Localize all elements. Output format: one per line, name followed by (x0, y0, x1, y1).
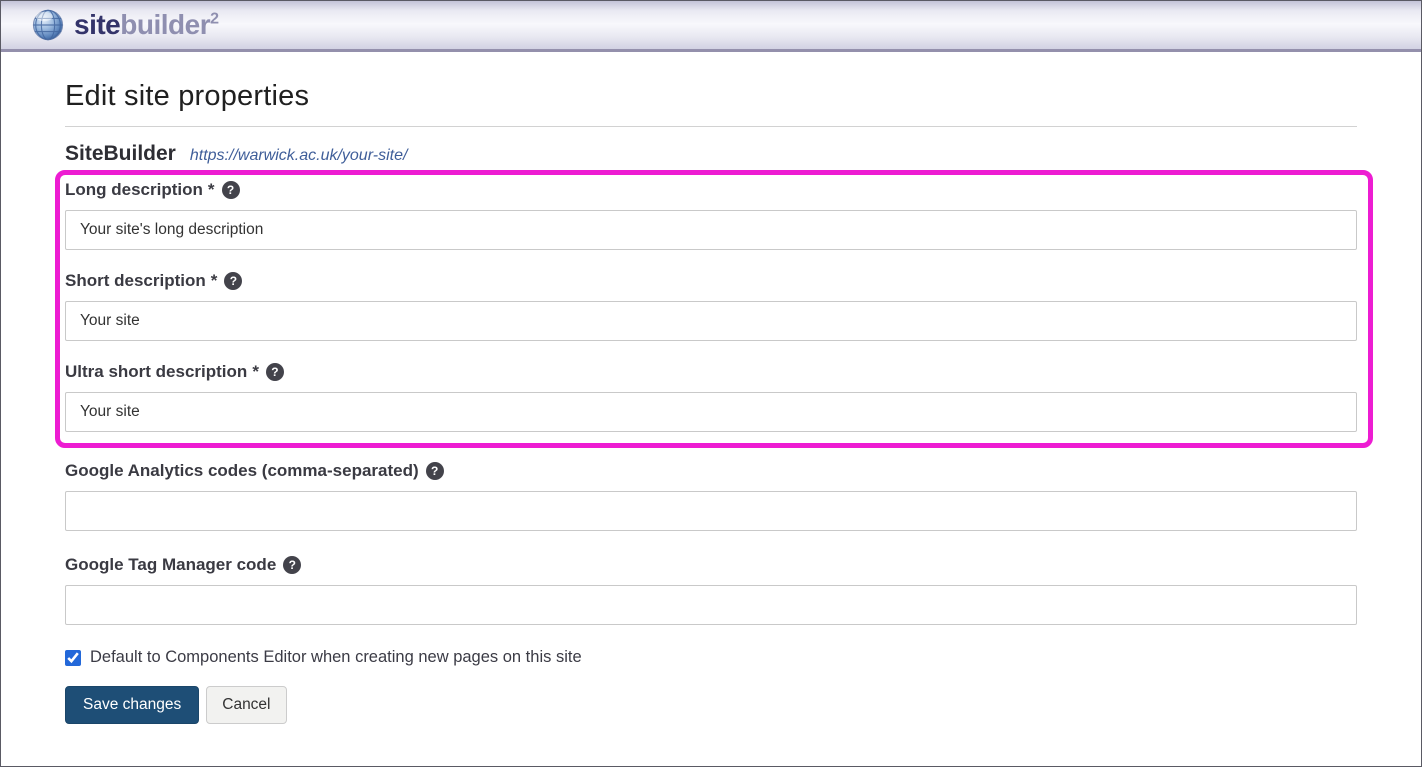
save-button[interactable]: Save changes (65, 686, 199, 724)
google-tag-manager-label-text: Google Tag Manager code (65, 555, 276, 575)
site-name-label: SiteBuilder (65, 142, 176, 166)
logo-text: sitebuilder2 (74, 11, 219, 39)
site-url-link[interactable]: https://warwick.ac.uk/your-site/ (190, 147, 408, 165)
google-tag-manager-label: Google Tag Manager code ? (65, 555, 1357, 575)
logo-text-builder: builder (120, 9, 210, 40)
required-mark: * (252, 362, 259, 382)
ultra-short-description-input[interactable] (65, 392, 1357, 432)
short-description-label-text: Short description (65, 271, 206, 291)
long-description-label: Long description * ? (65, 180, 1357, 200)
logo-superscript: 2 (210, 11, 218, 28)
help-icon[interactable]: ? (266, 363, 284, 381)
required-mark: * (208, 180, 215, 200)
main-content: Edit site properties SiteBuilder https:/… (65, 80, 1357, 724)
globe-icon (31, 8, 65, 42)
help-icon[interactable]: ? (426, 462, 444, 480)
help-icon[interactable]: ? (224, 272, 242, 290)
field-ultra-short-description: Ultra short description * ? (65, 362, 1357, 432)
required-mark: * (211, 271, 218, 291)
field-long-description: Long description * ? (65, 180, 1357, 250)
app-header: sitebuilder2 (1, 1, 1421, 52)
title-divider (65, 126, 1357, 127)
site-row: SiteBuilder https://warwick.ac.uk/your-s… (65, 142, 1357, 166)
components-editor-checkbox[interactable] (65, 650, 81, 666)
google-tag-manager-input[interactable] (65, 585, 1357, 625)
short-description-input[interactable] (65, 301, 1357, 341)
long-description-label-text: Long description (65, 180, 203, 200)
short-description-label: Short description * ? (65, 271, 1357, 291)
ultra-short-description-label-text: Ultra short description (65, 362, 247, 382)
ultra-short-description-label: Ultra short description * ? (65, 362, 1357, 382)
components-editor-checkbox-label[interactable]: Default to Components Editor when creati… (90, 648, 582, 667)
field-google-analytics: Google Analytics codes (comma-separated)… (65, 461, 1357, 531)
cancel-button[interactable]: Cancel (206, 686, 286, 724)
page-title: Edit site properties (65, 80, 1357, 113)
logo-text-site: site (74, 9, 120, 40)
google-analytics-label-text: Google Analytics codes (comma-separated) (65, 461, 419, 481)
edit-site-properties-page: { "header": { "logo": { "part1": "site",… (0, 0, 1422, 767)
long-description-input[interactable] (65, 210, 1357, 250)
help-icon[interactable]: ? (283, 556, 301, 574)
field-short-description: Short description * ? (65, 271, 1357, 341)
components-editor-checkbox-row: Default to Components Editor when creati… (65, 648, 1357, 667)
google-analytics-input[interactable] (65, 491, 1357, 531)
google-analytics-label: Google Analytics codes (comma-separated)… (65, 461, 1357, 481)
button-row: Save changes Cancel (65, 686, 1357, 724)
sitebuilder-logo[interactable]: sitebuilder2 (31, 8, 219, 42)
field-google-tag-manager: Google Tag Manager code ? (65, 555, 1357, 625)
help-icon[interactable]: ? (222, 181, 240, 199)
highlight-annotation-box: Long description * ? Short description *… (55, 170, 1373, 448)
